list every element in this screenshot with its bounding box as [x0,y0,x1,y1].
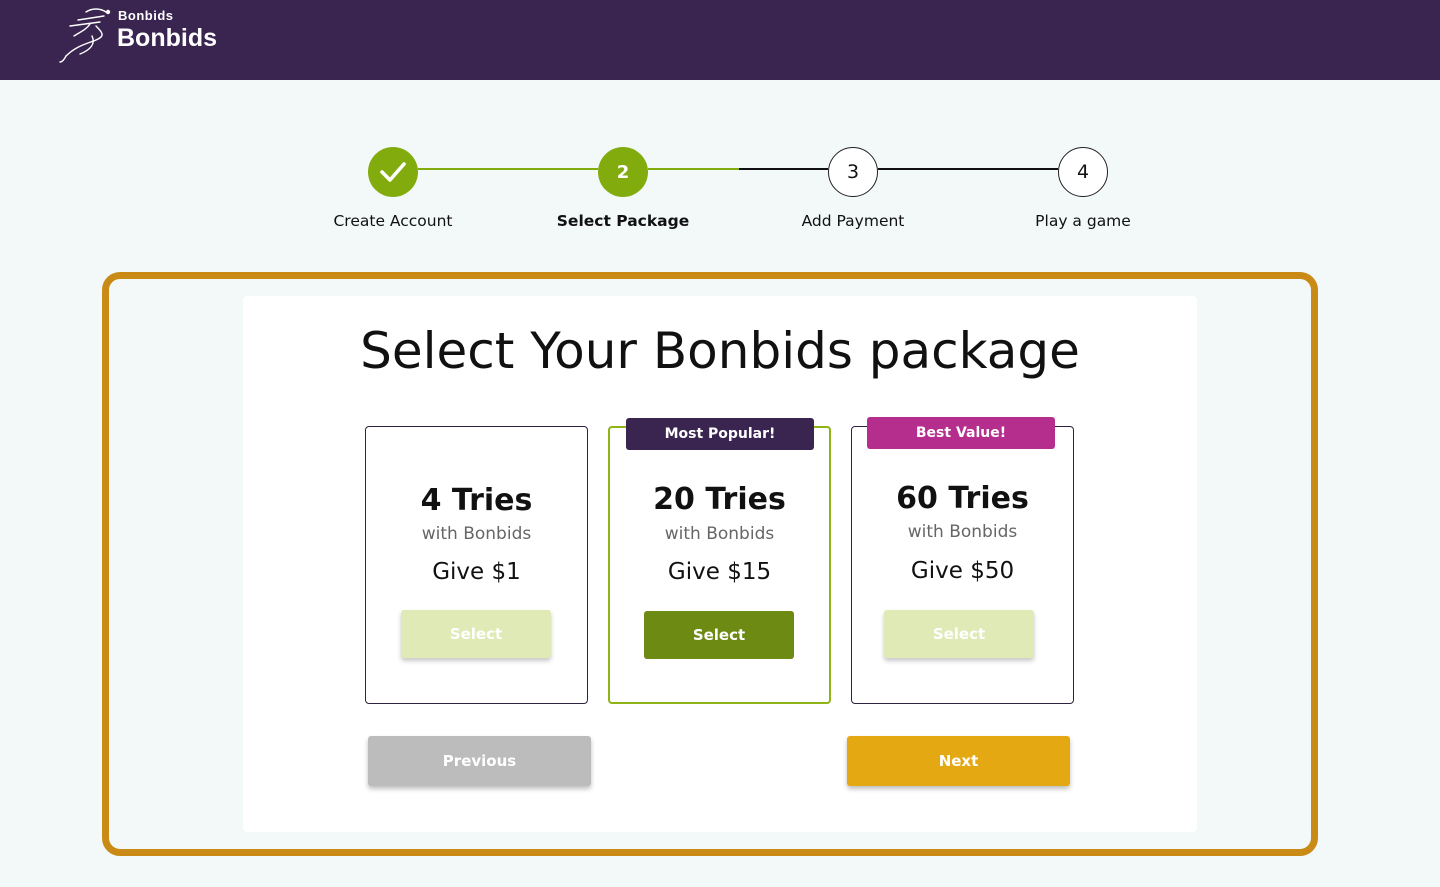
step-3-circle: 3 [828,147,878,197]
select-button-4-tries[interactable]: Select [401,610,551,658]
package-price: Give $1 [432,559,521,585]
package-price: Give $50 [910,558,1015,584]
package-subtitle: with Bonbids [421,524,532,544]
package-subtitle: with Bonbids [664,524,775,544]
top-header: Bonbids Bonbids [0,0,1440,80]
checkmark-icon [380,162,406,182]
package-price: Give $15 [667,559,772,585]
package-tries: 20 Tries [653,482,786,517]
most-popular-badge: Most Popular! [626,418,814,450]
best-value-badge: Best Value! [867,417,1055,449]
runner-logo-icon [59,8,111,63]
step-2-label: Select Package [556,212,690,230]
step-connector-3 [878,168,1058,170]
select-button-60-tries[interactable]: Select [884,610,1034,658]
logo-wordmark: Bonbids [117,24,217,52]
step-2-circle: 2 [598,147,648,197]
step-1-circle [368,147,418,197]
step-connector-2a [648,168,739,170]
page-title: Select Your Bonbids package [360,322,1080,380]
step-connector-1 [418,168,598,170]
package-option-20-tries[interactable]: Most Popular! 20 Tries with Bonbids Give… [608,418,831,704]
progress-stepper: 2 3 4 Create Account Select Package Add … [0,140,1440,250]
step-connector-2b [739,168,828,170]
package-option-4-tries[interactable]: 4 Tries with Bonbids Give $1 Select [365,426,588,704]
step-3-label: Add Payment [801,212,905,230]
previous-button[interactable]: Previous [368,736,591,786]
package-subtitle: with Bonbids [907,522,1018,542]
next-button[interactable]: Next [847,736,1070,786]
step-4-label: Play a game [1035,212,1131,230]
package-tries: 60 Tries [896,481,1029,516]
logo-wordmark-small: Bonbids [118,8,174,23]
step-1-label: Create Account [333,212,453,230]
step-4-circle: 4 [1058,147,1108,197]
package-tries: 4 Tries [420,483,533,518]
select-button-20-tries[interactable]: Select [644,611,794,659]
package-option-60-tries[interactable]: Best Value! 60 Tries with Bonbids Give $… [851,417,1074,704]
bonbids-logo[interactable]: Bonbids Bonbids [56,6,226,64]
